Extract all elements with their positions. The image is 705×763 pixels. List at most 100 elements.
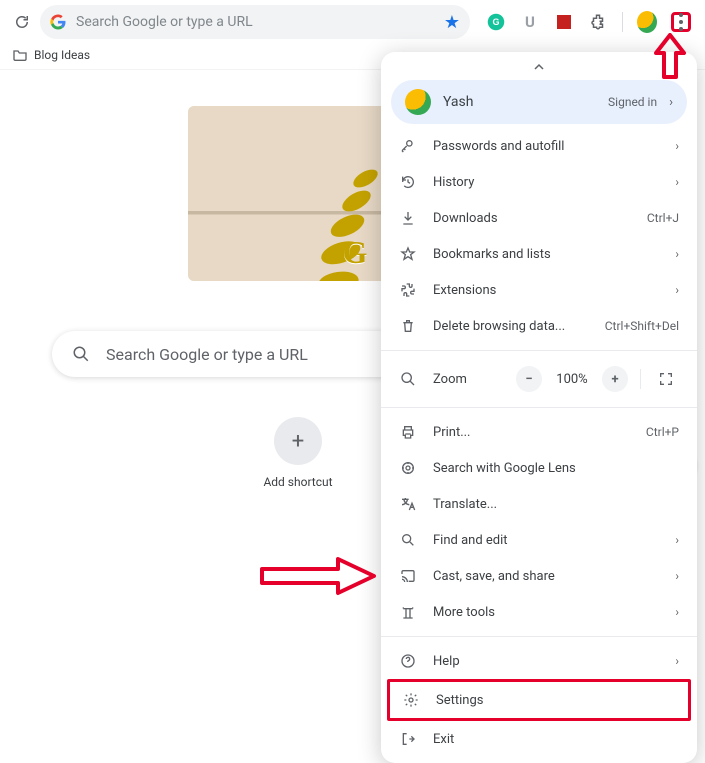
menu-collapse-caret[interactable] — [381, 58, 697, 76]
tools-icon — [399, 604, 417, 620]
chevron-right-icon: › — [675, 654, 679, 668]
menu-item-label: Print... — [433, 425, 630, 440]
red-extension-icon[interactable] — [554, 12, 574, 32]
annotation-arrow-right — [258, 556, 378, 596]
chevron-right-icon: › — [675, 175, 679, 189]
menu-item-label: Exit — [433, 732, 679, 747]
menu-item-label: Cast, save, and share — [433, 569, 659, 584]
menu-item-print[interactable]: Print... Ctrl+P — [381, 414, 697, 450]
svg-text:G: G — [492, 17, 499, 27]
find-icon — [399, 532, 417, 548]
zoom-label: Zoom — [433, 372, 500, 387]
menu-item-label: History — [433, 175, 659, 190]
profile-name: Yash — [443, 94, 596, 110]
menu-item-key[interactable]: Passwords and autofill › — [381, 128, 697, 164]
menu-item-shortcut: Ctrl+Shift+Del — [605, 319, 679, 333]
caret-up-icon — [534, 62, 544, 72]
menu-item-trash[interactable]: Delete browsing data... Ctrl+Shift+Del — [381, 308, 697, 344]
menu-item-settings[interactable]: Settings — [390, 682, 688, 718]
chevron-right-icon: › — [669, 95, 673, 110]
menu-item-label: Passwords and autofill — [433, 139, 659, 154]
u-extension-icon[interactable]: U — [520, 12, 540, 32]
ntp-search-placeholder: Search Google or type a URL — [106, 345, 308, 364]
menu-item-label: Settings — [436, 693, 676, 708]
zoom-percent: 100% — [552, 372, 592, 387]
menu-item-tools[interactable]: More tools › — [381, 594, 697, 630]
toolbar-extension-icons: G U — [486, 12, 691, 32]
zoom-in-button[interactable]: + — [602, 366, 628, 392]
kebab-icon — [679, 13, 683, 31]
zoom-row: Zoom − 100% + — [381, 357, 697, 401]
zoom-out-button[interactable]: − — [516, 366, 542, 392]
menu-item-puzzle[interactable]: Extensions › — [381, 272, 697, 308]
menu-item-exit[interactable]: Exit — [381, 721, 697, 757]
menu-item-label: Help — [433, 654, 659, 669]
menu-item-find[interactable]: Find and edit › — [381, 522, 697, 558]
menu-item-label: Find and edit — [433, 533, 659, 548]
profile-avatar[interactable] — [637, 12, 657, 32]
chevron-right-icon: › — [675, 247, 679, 261]
omnibox[interactable]: Search Google or type a URL ★ — [40, 5, 470, 39]
menu-item-label: Extensions — [433, 283, 659, 298]
print-icon — [399, 424, 417, 440]
chrome-main-menu: Yash Signed in › Passwords and autofill ›… — [381, 52, 697, 763]
folder-icon — [12, 47, 28, 63]
menu-item-label: Delete browsing data... — [433, 319, 589, 334]
menu-item-shortcut: Ctrl+P — [646, 425, 679, 439]
bookmark-star-icon[interactable]: ★ — [444, 12, 460, 33]
menu-item-label: Downloads — [433, 211, 631, 226]
google-g-icon — [50, 14, 66, 30]
more-menu-button[interactable] — [671, 12, 691, 32]
chevron-right-icon: › — [675, 605, 679, 619]
profile-avatar-icon — [405, 89, 431, 115]
fullscreen-button[interactable] — [653, 366, 679, 392]
lens-icon — [399, 460, 417, 476]
toolbar-divider — [622, 12, 623, 32]
add-shortcut-tile[interactable]: + Add shortcut — [248, 417, 348, 489]
menu-item-label: Search with Google Lens — [433, 461, 679, 476]
plus-icon: + — [274, 417, 322, 465]
star-icon — [399, 246, 417, 262]
chevron-right-icon: › — [675, 569, 679, 583]
menu-separator — [381, 407, 697, 408]
translate-icon — [399, 496, 417, 512]
zoom-icon — [399, 371, 417, 387]
menu-separator — [381, 350, 697, 351]
annotation-arrow-up — [653, 33, 687, 79]
menu-item-help[interactable]: Help › — [381, 643, 697, 679]
menu-item-history[interactable]: History › — [381, 164, 697, 200]
menu-item-download[interactable]: Downloads Ctrl+J — [381, 200, 697, 236]
omnibox-placeholder: Search Google or type a URL — [76, 14, 434, 30]
search-icon — [72, 345, 90, 363]
profile-status: Signed in — [608, 95, 657, 109]
browser-toolbar: Search Google or type a URL ★ G U — [0, 0, 705, 40]
reload-button[interactable] — [8, 8, 36, 36]
menu-item-translate[interactable]: Translate... — [381, 486, 697, 522]
history-icon — [399, 174, 417, 190]
menu-item-cast[interactable]: Cast, save, and share › — [381, 558, 697, 594]
menu-item-lens[interactable]: Search with Google Lens — [381, 450, 697, 486]
trash-icon — [399, 318, 417, 334]
fullscreen-icon — [658, 371, 674, 387]
reload-icon — [13, 13, 31, 31]
menu-item-label: Bookmarks and lists — [433, 247, 659, 262]
menu-item-shortcut: Ctrl+J — [647, 211, 679, 225]
profile-row[interactable]: Yash Signed in › — [391, 80, 687, 124]
grammarly-extension-icon[interactable]: G — [486, 12, 506, 32]
bookmark-item-label[interactable]: Blog Ideas — [34, 48, 90, 62]
cast-icon — [399, 568, 417, 584]
help-icon — [399, 653, 417, 669]
extensions-puzzle-icon[interactable] — [588, 12, 608, 32]
add-shortcut-label: Add shortcut — [248, 475, 348, 489]
menu-item-label: More tools — [433, 605, 659, 620]
settings-icon — [402, 692, 420, 708]
chevron-right-icon: › — [675, 283, 679, 297]
menu-item-star[interactable]: Bookmarks and lists › — [381, 236, 697, 272]
chevron-right-icon: › — [675, 139, 679, 153]
chevron-right-icon: › — [675, 533, 679, 547]
zoom-divider — [640, 369, 641, 389]
download-icon — [399, 210, 417, 226]
menu-separator — [381, 636, 697, 637]
puzzle-icon — [399, 282, 417, 298]
menu-item-label: Translate... — [433, 497, 679, 512]
